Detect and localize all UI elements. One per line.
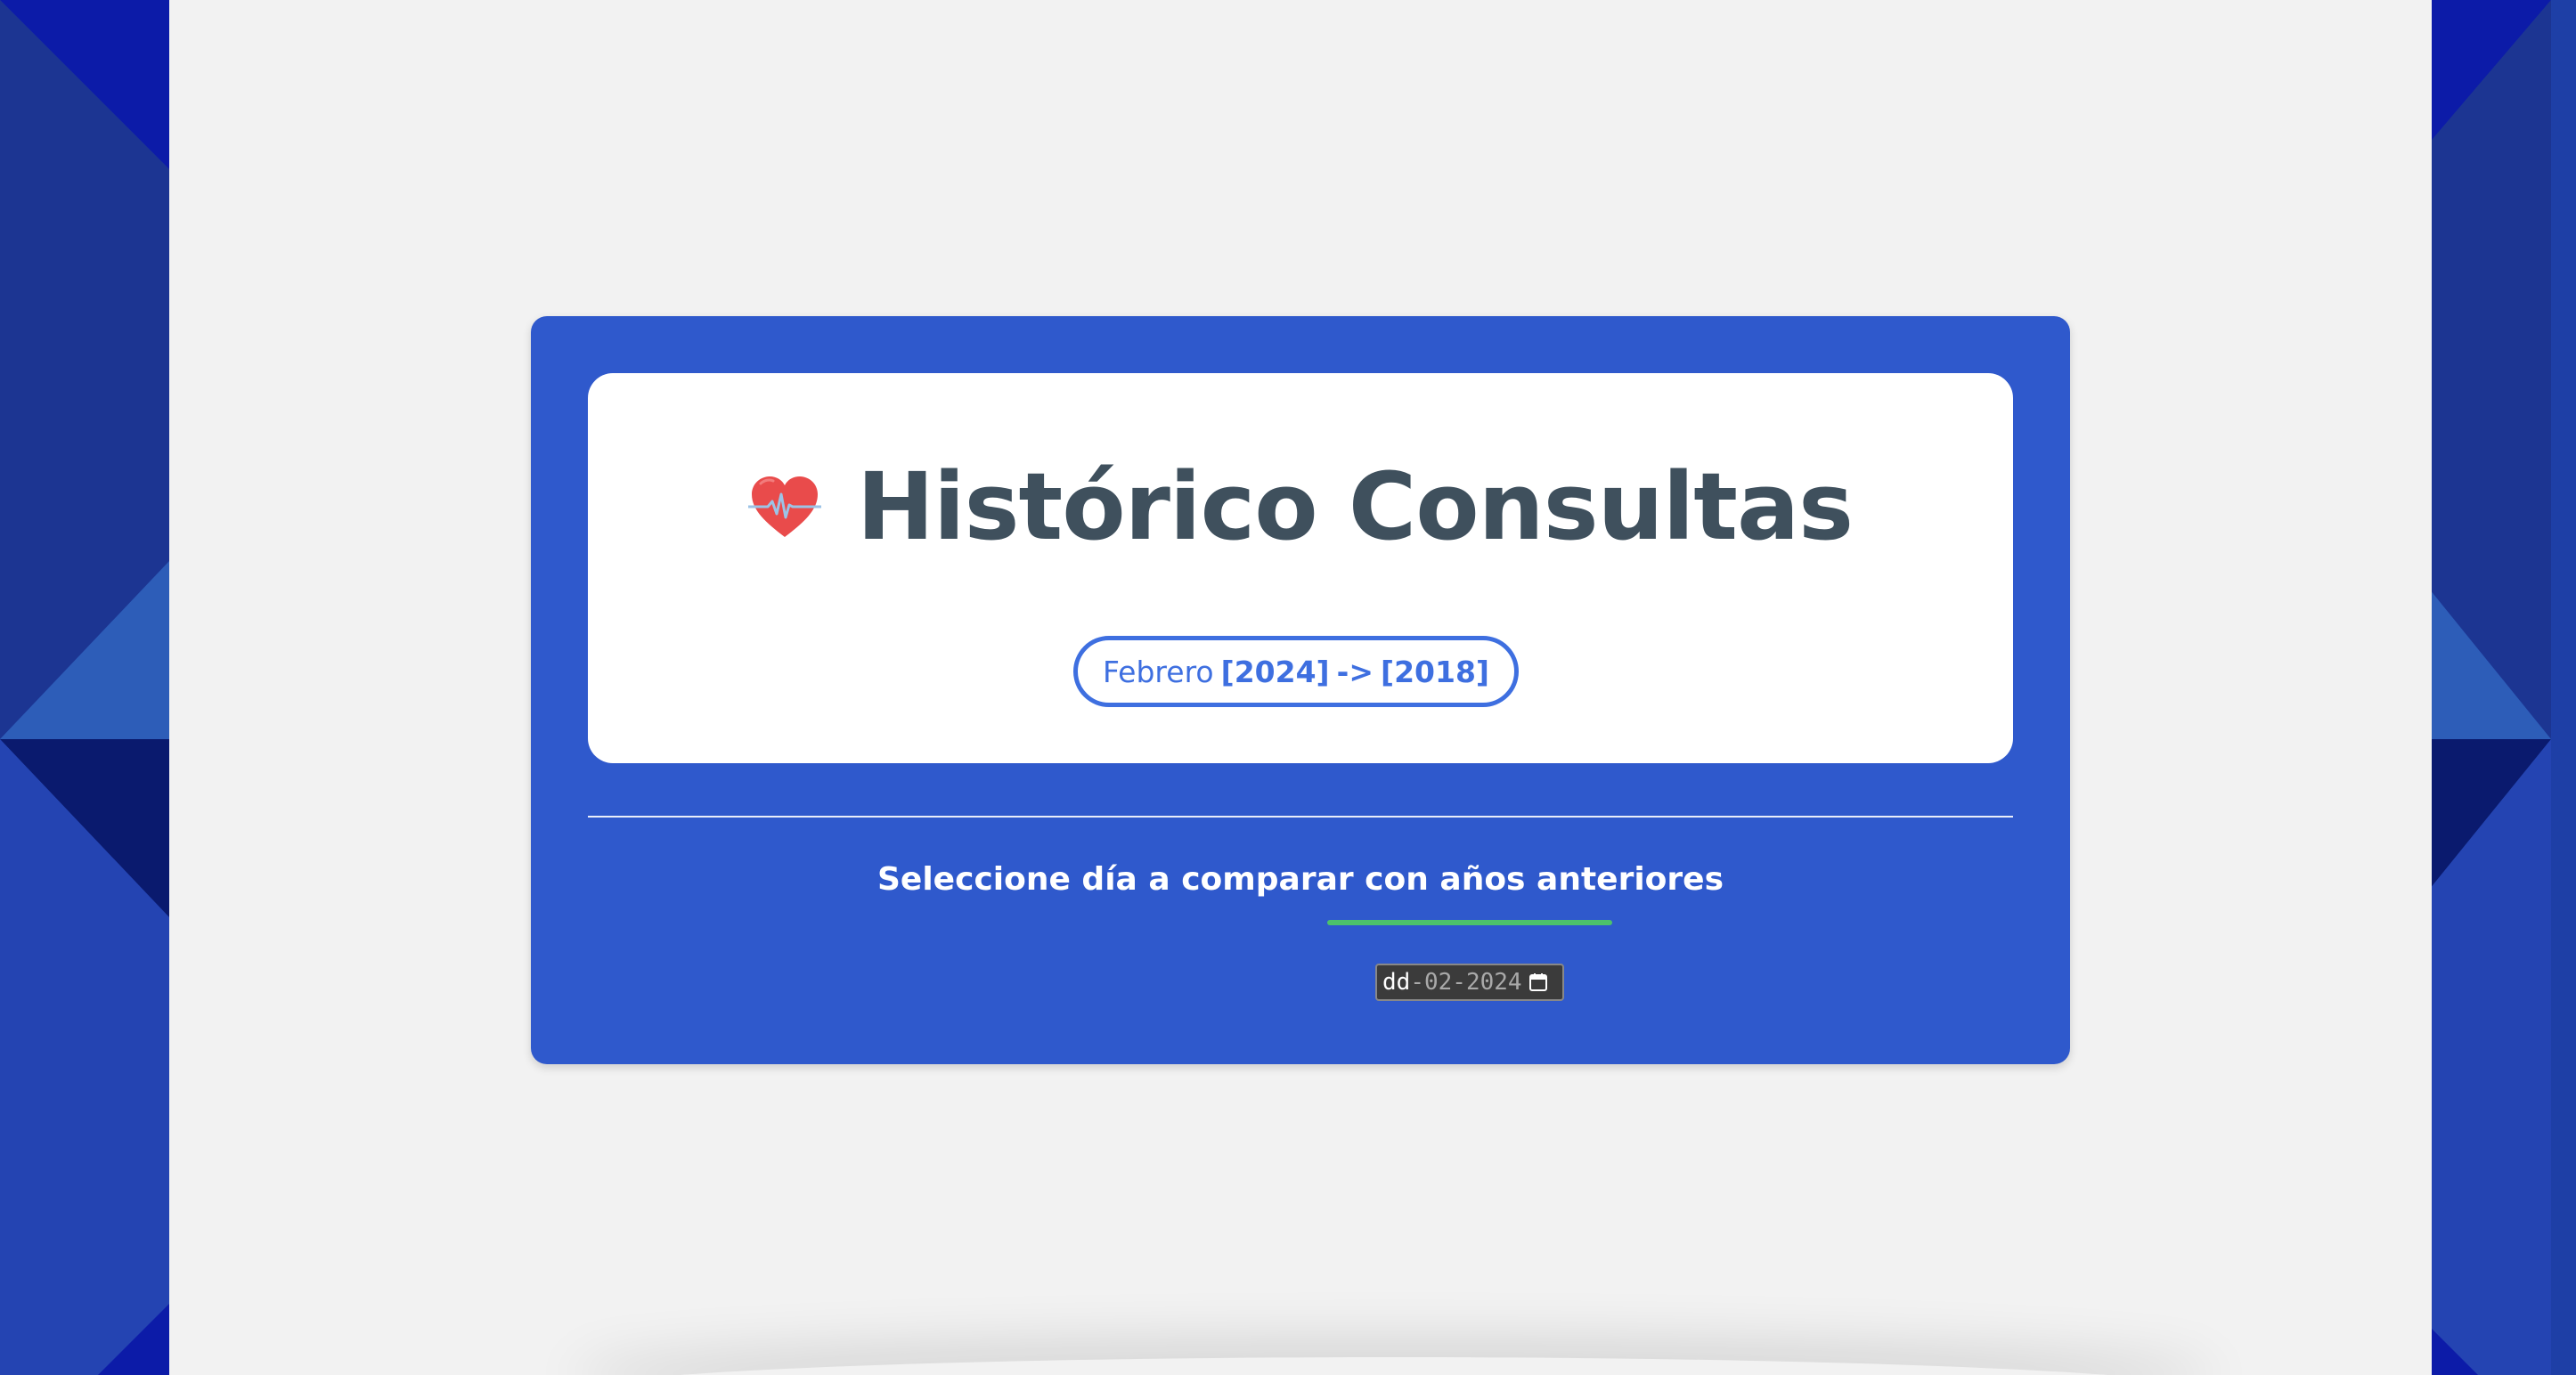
date-separator: -	[1410, 969, 1424, 996]
date-month[interactable]: 02	[1424, 969, 1452, 996]
header-panel: Histórico Consultas Febrero [2024] -> [2…	[588, 373, 2013, 763]
range-from-year: [2024]	[1220, 654, 1330, 689]
page-title: Histórico Consultas	[856, 452, 1854, 561]
left-background-pattern	[0, 0, 169, 1375]
main-page: Histórico Consultas Febrero [2024] -> [2…	[169, 0, 2432, 1375]
date-day-placeholder[interactable]: dd	[1382, 969, 1410, 996]
range-to-year: [2018]	[1380, 654, 1489, 689]
title-row: Histórico Consultas	[588, 452, 2013, 561]
bottom-shadow	[570, 1357, 2218, 1375]
date-separator: -	[1452, 969, 1466, 996]
date-year[interactable]: 2024	[1466, 969, 1522, 996]
divider	[588, 816, 2013, 818]
heading-underline	[1327, 920, 1612, 925]
right-background-pattern	[2407, 0, 2576, 1375]
range-month: Febrero	[1103, 654, 1214, 689]
calendar-icon[interactable]	[1528, 972, 1549, 993]
range-arrow: ->	[1336, 654, 1374, 689]
date-range-badge: Febrero [2024] -> [2018]	[1073, 636, 1519, 707]
instruction-heading: Seleccione día a comparar con años anter…	[877, 861, 1724, 898]
consultas-card: Histórico Consultas Febrero [2024] -> [2…	[531, 316, 2070, 1064]
date-input[interactable]: dd - 02 - 2024	[1375, 964, 1564, 1001]
heartbeat-icon	[746, 475, 823, 539]
